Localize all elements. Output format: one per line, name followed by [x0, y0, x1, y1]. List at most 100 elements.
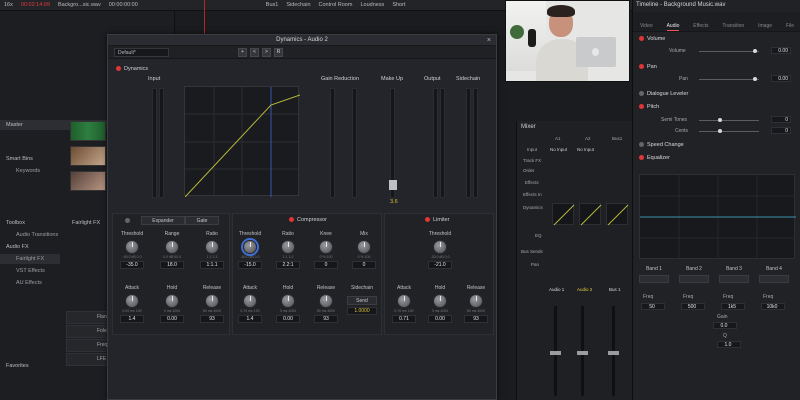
knob-value[interactable]: 18.0 [160, 261, 184, 269]
knob-icon[interactable] [319, 240, 333, 254]
equalizer-power-icon[interactable] [639, 155, 644, 161]
limiter-threshold-knob[interactable]: Threshold -30.0 dB 0.0 -21.0 [423, 230, 457, 269]
eq-graph[interactable] [639, 174, 796, 260]
tab-audio[interactable]: Audio [666, 12, 680, 31]
knob-icon[interactable] [165, 294, 179, 308]
knob-value[interactable]: 2.2:1 [276, 261, 300, 269]
tab-image[interactable]: Image [758, 12, 772, 31]
knob-value[interactable]: 93 [314, 315, 338, 323]
knob-value[interactable]: 0 [314, 261, 338, 269]
knob-icon[interactable] [243, 240, 257, 254]
close-icon[interactable]: × [487, 35, 491, 46]
knob-value[interactable]: 0.71 [392, 315, 416, 323]
pan-slider-handle[interactable] [753, 77, 757, 81]
cents-slider-handle[interactable] [718, 129, 722, 133]
makeup-fader[interactable] [389, 180, 397, 190]
knob-icon[interactable] [397, 294, 411, 308]
input-a2[interactable]: No Input [577, 147, 594, 152]
knob-value[interactable]: 1.4 [238, 315, 262, 323]
fairlight-fx-item[interactable]: Fairlight FX [0, 254, 60, 264]
plugin-title-bar[interactable]: Dynamics - Audio 2 × [108, 35, 496, 46]
compressor-mix-knob[interactable]: Mix 0 % 100 0 [347, 230, 381, 269]
prev-preset-button[interactable]: < [250, 48, 259, 57]
compressor-release-knob[interactable]: Release 50 ms 4000 93 [309, 284, 343, 323]
compressor-ratio-knob[interactable]: Ratio 1.1 1.0 2.2:1 [271, 230, 305, 269]
bus-selector[interactable]: Bus1 [266, 2, 279, 8]
fader-a2[interactable] [577, 351, 588, 355]
knob-value[interactable]: 93 [200, 315, 224, 323]
channel-audio1[interactable]: Audio 1 [549, 287, 564, 292]
knob-icon[interactable] [281, 240, 295, 254]
semitones-slider[interactable] [699, 118, 759, 122]
favorites-item[interactable]: Favorites [0, 361, 60, 371]
send-value[interactable]: 1.0000 [347, 307, 377, 315]
knob-value[interactable]: 93 [464, 315, 488, 323]
tab-transition[interactable]: Transition [722, 12, 744, 31]
vst-effects-item[interactable]: VST Effects [0, 266, 60, 276]
band-1-shape-button[interactable] [639, 275, 669, 283]
semitones-slider-handle[interactable] [718, 118, 722, 122]
limiter-attack-knob[interactable]: Attack 0.70 ms 100 0.71 [387, 284, 421, 323]
clip-thumb-2[interactable] [70, 146, 106, 166]
knob-value[interactable]: 0.00 [428, 315, 452, 323]
expander-attack-knob[interactable]: Attack 0.00 ms 100 1.4 [115, 284, 149, 323]
knob-value[interactable]: 0.00 [276, 315, 300, 323]
sidechain-button[interactable]: Sidechain [286, 2, 310, 8]
knob-icon[interactable] [357, 240, 371, 254]
compressor-hold-knob[interactable]: Hold 0 ms 4000 0.00 [271, 284, 305, 323]
freq-value-4[interactable]: 10k0 [761, 303, 785, 310]
send-button[interactable]: Send [347, 296, 377, 305]
cents-slider[interactable] [699, 129, 759, 133]
knob-icon[interactable] [319, 294, 333, 308]
limiter-hold-knob[interactable]: Hold 0 ms 4000 0.00 [423, 284, 457, 323]
reset-preset-button[interactable]: R [274, 48, 283, 57]
cents-value[interactable]: 0 [771, 127, 791, 134]
expander-release-knob[interactable]: Release 50 ms 4000 93 [195, 284, 229, 323]
preset-dropdown[interactable]: Default* [114, 48, 169, 57]
next-preset-button[interactable]: > [262, 48, 271, 57]
compressor-power-icon[interactable] [289, 217, 294, 223]
tab-effects[interactable]: Effects [693, 12, 708, 31]
knob-icon[interactable] [125, 240, 139, 254]
pan-value[interactable]: 0.00 [771, 75, 791, 82]
band-2-shape-button[interactable] [679, 275, 709, 283]
expander-hold-knob[interactable]: Hold 0 ms 4000 0.00 [155, 284, 189, 323]
q-value[interactable]: 1.0 [717, 341, 741, 348]
compressor-threshold-knob[interactable]: Threshold -50.0 dB 0.0 -15.0 [233, 230, 267, 269]
compressor-attack-knob[interactable]: Attack 0.70 ms 100 1.4 [233, 284, 267, 323]
au-effects-item[interactable]: AU Effects [0, 278, 60, 288]
knob-value[interactable]: 1.4 [120, 315, 144, 323]
freq-value-1[interactable]: 50 [641, 303, 665, 310]
dynamics-power-icon[interactable] [116, 66, 121, 72]
clip-thumb-3[interactable] [70, 171, 106, 191]
knob-icon[interactable] [125, 294, 139, 308]
expander-ratio-knob[interactable]: Ratio 1.1 1.3 1:1.1 [195, 230, 229, 269]
knob-value[interactable]: -15.0 [238, 261, 262, 269]
expander-range-knob[interactable]: Range 0.0 dB 60.0 18.0 [155, 230, 189, 269]
knob-icon[interactable] [205, 240, 219, 254]
zoom-level[interactable]: 16x [4, 2, 13, 8]
limiter-power-icon[interactable] [425, 217, 430, 223]
knob-value[interactable]: -35.0 [120, 261, 144, 269]
expander-threshold-knob[interactable]: Threshold -90.0 dB 0.0 -35.0 [115, 230, 149, 269]
speed-change-power-icon[interactable] [639, 142, 644, 148]
dynamics-a1[interactable] [552, 203, 575, 226]
tab-file[interactable]: File [786, 12, 794, 31]
tab-video[interactable]: Video [640, 12, 653, 31]
gain-value[interactable]: 0.0 [713, 322, 737, 329]
pitch-power-icon[interactable] [639, 104, 644, 110]
compressor-knee-knob[interactable]: Knee 0 % 100 0 [309, 230, 343, 269]
semitones-value[interactable]: 0 [771, 116, 791, 123]
add-preset-button[interactable]: + [238, 48, 247, 57]
expander-power-icon[interactable] [125, 218, 130, 223]
channel-audio2[interactable]: Audio 2 [577, 287, 592, 292]
knob-icon[interactable] [433, 294, 447, 308]
knob-value[interactable]: -21.0 [428, 261, 452, 269]
dialogue-leveler-power-icon[interactable] [639, 91, 644, 97]
input-a1[interactable]: No Input [550, 147, 567, 152]
volume-power-icon[interactable] [639, 36, 644, 42]
channel-bus1[interactable]: Bus 1 [609, 287, 621, 292]
knob-icon[interactable] [205, 294, 219, 308]
knob-value[interactable]: 0 [352, 261, 376, 269]
expander-tab[interactable]: Expander [141, 216, 185, 225]
